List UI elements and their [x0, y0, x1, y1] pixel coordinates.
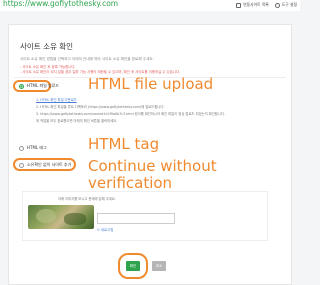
gear-icon [274, 2, 280, 8]
site-list-label: 연동사이트 목록 [243, 2, 269, 7]
step-3: 3. https://www.gofiytothesky.com/naverd1… [36, 112, 225, 116]
captcha-instruction: 아래 이미지를 보시고 문제에 답해 주세요. [58, 197, 116, 201]
annotation-html-tag: HTML tag [88, 135, 160, 153]
annotation-continue-line2: verification [88, 174, 173, 192]
notice-line-2: - 사이트 소유 확인이 되지 않을 경우 일부 기능 사용이 제한될 수 있으… [20, 70, 181, 74]
top-bar: https://www.gofiytothesky.com 연동사이트 목록 도… [0, 0, 300, 11]
page-title: 사이트 소유 확인 [20, 42, 74, 51]
page-description: 사이트 소유 확인 방법을 선택하고 아래의 안내에 따라 사이트 소유 확인을… [20, 57, 154, 61]
site-url[interactable]: https://www.gofiytothesky.com [3, 0, 118, 8]
step-2: 2. HTML 확인 파일을 루트 디렉토리 (https://www.gofi… [36, 105, 165, 109]
html-file-label: HTML 파일 업로드 [27, 83, 60, 88]
top-links: 연동사이트 목록 도구 설정 [236, 2, 297, 8]
html-file-radio[interactable] [19, 83, 24, 89]
step-note: 위 작업을 모두 완료했으면 아래의 확인 버튼을 클릭하세요. [36, 119, 118, 123]
tool-settings-label: 도구 설정 [281, 2, 297, 7]
captcha-image [28, 205, 94, 229]
refresh-icon: ↻ [97, 227, 100, 232]
captcha-refresh[interactable]: ↻ 새로고침 [97, 227, 114, 233]
html-tag-label: HTML 태그 [27, 145, 47, 150]
captcha-input[interactable] [97, 213, 175, 224]
option-html-tag[interactable]: HTML 태그 [19, 145, 47, 151]
site-list-link[interactable]: 연동사이트 목록 [236, 2, 269, 8]
annotation-continue-line1: Continue without [88, 157, 217, 175]
download-link[interactable]: 1. HTML 확인 파일 다운로드 [36, 98, 77, 102]
refresh-label: 새로고침 [100, 228, 114, 232]
skip-label: 소유확인 없이 사이트 추가 [27, 162, 72, 167]
step-1: 1. HTML 확인 파일 다운로드 [36, 97, 77, 102]
annotation-html-file-upload: HTML file upload [88, 75, 214, 93]
list-icon [236, 2, 242, 8]
tool-settings-link[interactable]: 도구 설정 [274, 2, 297, 8]
confirm-button[interactable]: 확인 [126, 261, 140, 271]
html-tag-radio[interactable] [19, 145, 24, 151]
skip-radio[interactable] [19, 162, 24, 168]
cancel-button[interactable]: 취소 [152, 261, 166, 271]
option-skip-verification[interactable]: 소유확인 없이 사이트 추가 [19, 162, 71, 168]
option-html-file[interactable]: HTML 파일 업로드 [19, 83, 59, 89]
